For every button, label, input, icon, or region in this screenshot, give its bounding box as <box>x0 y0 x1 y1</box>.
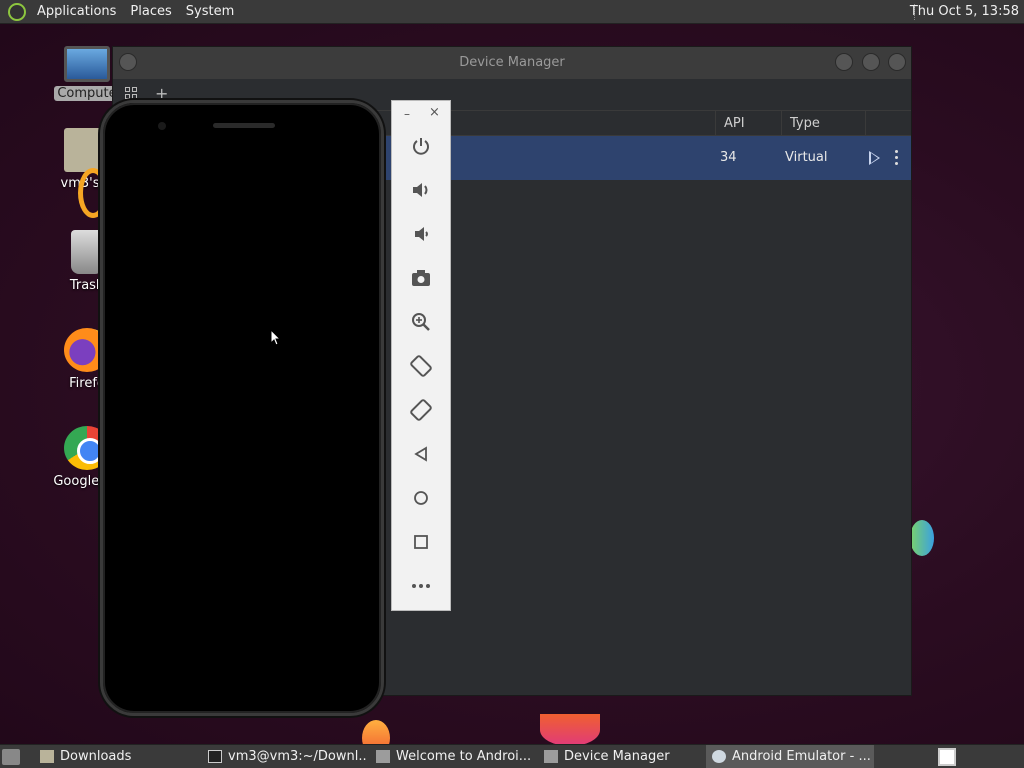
android-studio-icon <box>376 750 390 763</box>
play-icon[interactable] <box>869 151 880 165</box>
task-label: vm3@vm3:~/Downl... <box>228 749 368 764</box>
android-studio-icon <box>544 750 558 763</box>
task-label: Android Emulator - ... <box>732 749 871 764</box>
more-vert-icon[interactable] <box>895 150 899 166</box>
maximize-button[interactable] <box>862 53 880 71</box>
menu-applications[interactable]: Applications <box>30 0 123 24</box>
distro-logo-icon[interactable] <box>8 2 26 21</box>
volume-down-icon[interactable] <box>409 222 433 246</box>
emulator-phone-frame <box>100 100 384 716</box>
overview-icon[interactable] <box>409 530 433 554</box>
device-api: 34 <box>720 150 737 165</box>
trash-icon <box>71 230 103 274</box>
wallpaper-blob <box>540 714 600 746</box>
computer-icon <box>64 46 110 82</box>
top-menu: Applications Places System <box>0 0 241 24</box>
workspace-switcher[interactable] <box>938 748 956 766</box>
minimize-button[interactable] <box>835 53 853 71</box>
clock[interactable]: Thu Oct 5, 13:58 <box>910 0 1019 24</box>
emulator-screen[interactable] <box>111 141 373 675</box>
task-android-emulator[interactable]: Android Emulator - ... <box>706 745 874 768</box>
emulator-close-button[interactable]: × <box>429 105 440 120</box>
menu-places[interactable]: Places <box>123 0 178 24</box>
device-type: Virtual <box>785 150 828 165</box>
rotate-left-icon[interactable] <box>409 354 433 378</box>
task-terminal[interactable]: vm3@vm3:~/Downl... <box>202 745 368 768</box>
close-button[interactable] <box>888 53 906 71</box>
camera-icon[interactable] <box>409 266 433 290</box>
task-label: Device Manager <box>564 749 670 764</box>
window-titlebar[interactable]: Device Manager <box>113 47 911 79</box>
column-header-type[interactable]: Type <box>781 111 865 137</box>
home-icon[interactable] <box>409 486 433 510</box>
desktop-icon-label: Compute <box>54 86 120 101</box>
task-device-manager[interactable]: Device Manager <box>538 745 702 768</box>
menu-system[interactable]: System <box>179 0 241 24</box>
window-title: Device Manager <box>459 55 565 70</box>
task-label: Downloads <box>60 749 132 764</box>
power-icon[interactable] <box>409 134 433 158</box>
emulator-toolbar: – × <box>391 100 451 611</box>
emulator-minimize-button[interactable]: – <box>404 107 410 121</box>
window-menu-button[interactable] <box>119 53 137 71</box>
back-icon[interactable] <box>409 442 433 466</box>
task-welcome-android-studio[interactable]: Welcome to Androi... <box>370 745 534 768</box>
show-desktop-icon[interactable] <box>2 749 20 765</box>
earpiece-speaker <box>213 123 275 128</box>
task-label: Welcome to Androi... <box>396 749 532 764</box>
front-camera <box>158 122 166 130</box>
zoom-icon[interactable] <box>409 310 433 334</box>
grid-icon[interactable] <box>125 87 137 99</box>
wallpaper-blob <box>910 520 934 556</box>
column-header-actions <box>865 111 911 137</box>
column-header-api[interactable]: API <box>715 111 781 137</box>
emulator-icon <box>712 750 726 763</box>
volume-up-icon[interactable] <box>409 178 433 202</box>
folder-icon <box>40 750 54 763</box>
bottom-taskbar: Downloads vm3@vm3:~/Downl... Welcome to … <box>0 744 1024 768</box>
task-downloads[interactable]: Downloads <box>34 745 194 768</box>
more-icon[interactable] <box>409 574 433 598</box>
top-panel: Applications Places System Thu Oct 5, 13… <box>0 0 1024 24</box>
rotate-right-icon[interactable] <box>409 398 433 422</box>
emulator-window-controls: – × <box>392 101 450 127</box>
terminal-icon <box>208 750 222 763</box>
